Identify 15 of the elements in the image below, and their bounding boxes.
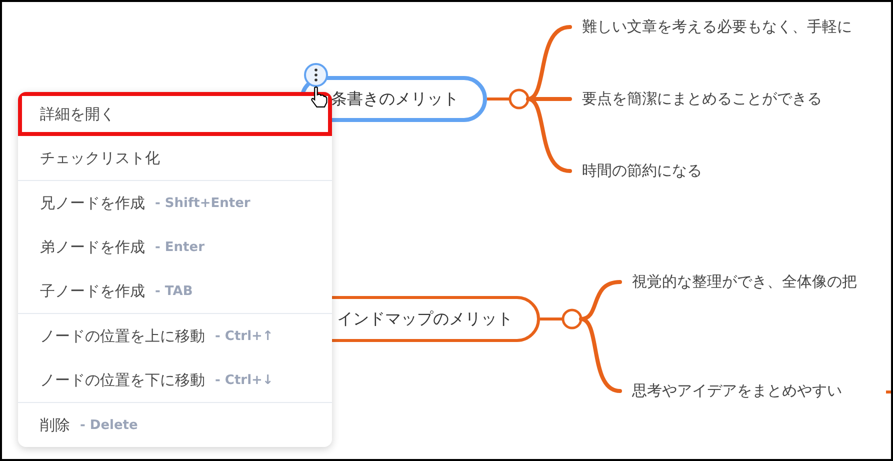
menu-item[interactable]: 兄ノードを作成 - Shift+Enter [18, 181, 332, 225]
child-node[interactable]: 視覚的な整理ができ、全体像の把 [632, 272, 857, 292]
shortcut-hint: - Enter [155, 240, 204, 254]
shortcut-hint: - Delete [80, 418, 138, 432]
menu-item[interactable]: 削除 - Delete [18, 403, 332, 447]
shortcut-hint: - Ctrl+↓ [215, 372, 274, 388]
child-node[interactable]: 思考やアイデアをまとめやすい [632, 382, 842, 400]
child-node[interactable]: 難しい文章を考える必要もなく、手軽に [582, 18, 852, 36]
child-node[interactable]: 時間の節約になる [582, 162, 702, 180]
child-node[interactable]: 要点を簡潔にまとめることができる [582, 90, 822, 108]
shortcut-hint: - Shift+Enter [155, 196, 250, 210]
shortcut-hint: - TAB [155, 284, 193, 298]
menu-item[interactable]: チェックリスト化 [18, 136, 332, 180]
menu-item[interactable]: ノードの位置を下に移動 - Ctrl+↓ [18, 358, 332, 402]
menu-item[interactable]: 弟ノードを作成 - Enter [18, 225, 332, 269]
